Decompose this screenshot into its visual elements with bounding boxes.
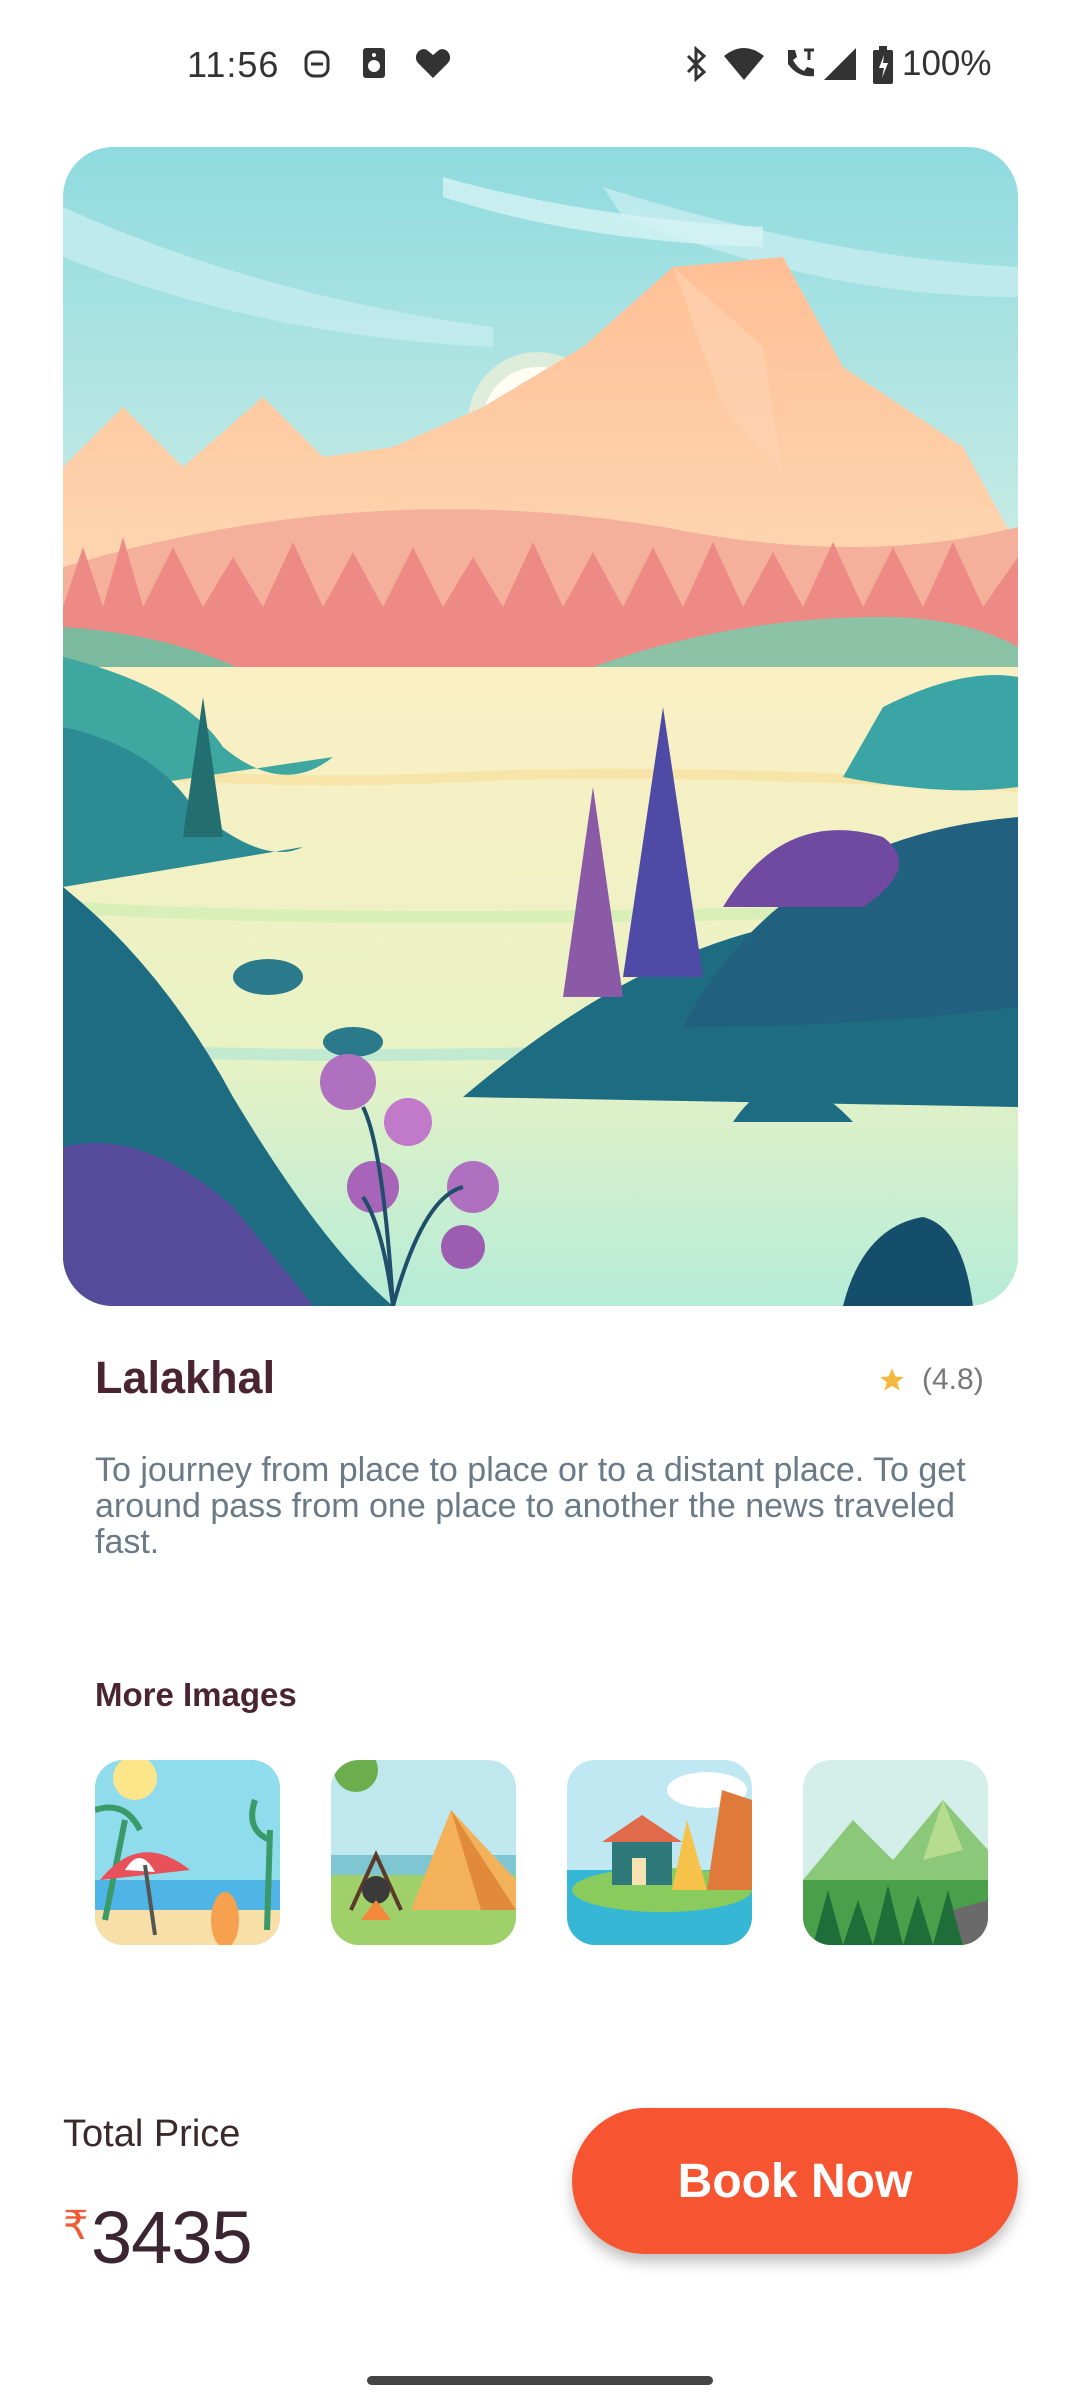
battery-percent: 100% bbox=[902, 44, 992, 83]
mountain-forest-thumbnail[interactable] bbox=[803, 1760, 988, 1945]
camping-thumbnail[interactable] bbox=[331, 1760, 516, 1945]
place-description: To journey from place to place or to a d… bbox=[95, 1451, 966, 1561]
more-images-heading: More Images bbox=[95, 1676, 297, 1713]
battery-icon bbox=[873, 46, 893, 84]
total-price-label: Total Price bbox=[63, 2113, 241, 2155]
price-amount: 3435 bbox=[91, 2196, 253, 2279]
hero-image bbox=[63, 147, 1018, 1306]
notification-icon bbox=[304, 50, 330, 78]
signal-icon bbox=[824, 48, 856, 80]
status-bar: 11:56 100% bbox=[0, 0, 1080, 140]
bluetooth-icon bbox=[686, 46, 707, 82]
home-indicator[interactable] bbox=[367, 2376, 713, 2385]
book-now-button[interactable]: Book Now bbox=[572, 2108, 1018, 2254]
rating-value: (4.8) bbox=[922, 1363, 984, 1396]
wifi-icon bbox=[724, 48, 764, 80]
place-title: Lalakhal bbox=[95, 1352, 276, 1403]
lake-house-thumbnail[interactable] bbox=[567, 1760, 752, 1945]
status-time: 11:56 bbox=[187, 44, 280, 85]
currency-symbol: ₹ bbox=[63, 2204, 89, 2248]
beach-thumbnail[interactable] bbox=[95, 1760, 280, 1945]
sim-icon bbox=[363, 48, 385, 78]
star-icon bbox=[880, 1368, 904, 1391]
heart-icon bbox=[415, 49, 451, 78]
rating: (4.8) bbox=[878, 1360, 984, 1400]
call-icon bbox=[788, 48, 814, 77]
